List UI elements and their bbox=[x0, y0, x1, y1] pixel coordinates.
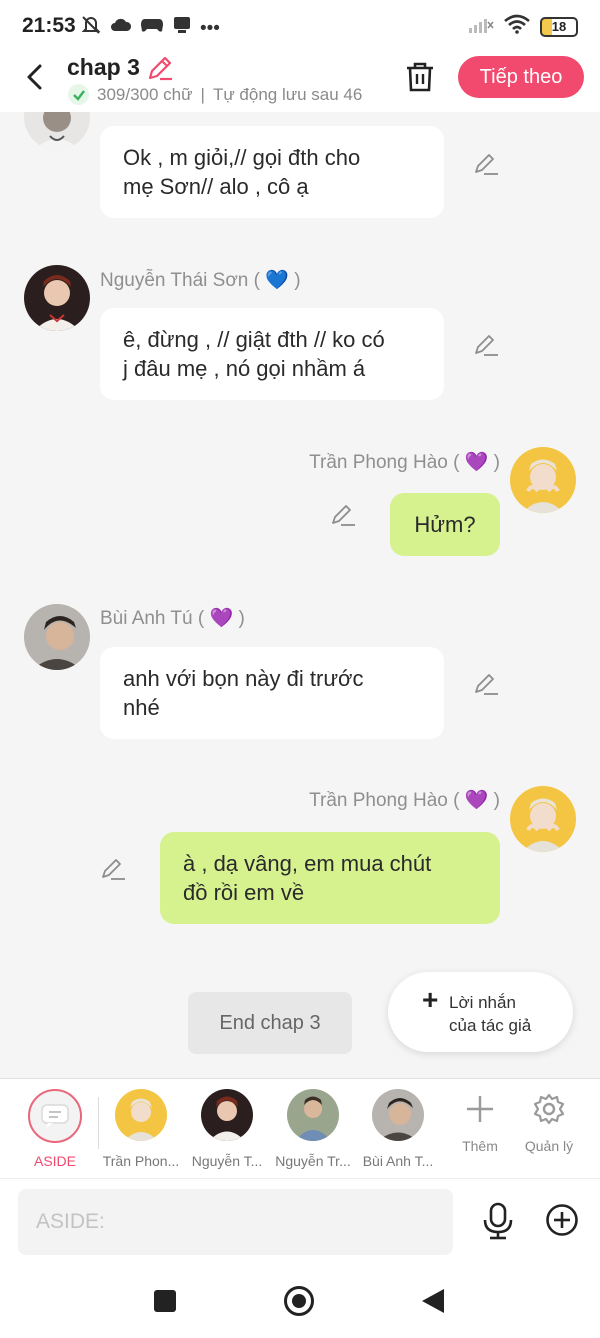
avatar[interactable] bbox=[24, 604, 90, 670]
pencil-icon bbox=[475, 154, 498, 175]
message-text: anh với bọn này đi trước bbox=[123, 666, 364, 691]
author-note-label: Lời nhắn bbox=[449, 993, 516, 1012]
avatar[interactable] bbox=[510, 786, 576, 852]
avatar bbox=[115, 1089, 167, 1141]
sender-name: Trần Phong Hào ( 💜 ) bbox=[309, 452, 500, 473]
heart-icon: 💜 bbox=[464, 790, 489, 811]
autosave-text: Tự động lưu sau 46 bbox=[212, 84, 363, 104]
author-note-label: của tác giả bbox=[449, 1016, 532, 1035]
check-icon bbox=[68, 84, 89, 105]
home-button[interactable] bbox=[284, 1286, 314, 1316]
message-text: nhé bbox=[123, 695, 160, 720]
character-item[interactable]: Trần Phon... bbox=[98, 1089, 184, 1169]
system-nav-bar bbox=[0, 1264, 600, 1338]
avatar bbox=[287, 1089, 339, 1141]
system-back-button[interactable] bbox=[422, 1289, 444, 1313]
sender-name: Nguyễn Thái Sơn ( 💙 ) bbox=[100, 270, 301, 291]
mute-bell-icon bbox=[80, 14, 102, 43]
mic-button[interactable] bbox=[481, 1201, 515, 1246]
plus-icon bbox=[467, 1096, 493, 1122]
notification-icon bbox=[172, 15, 192, 42]
message-text: mẹ Sơn// alo , cô ạ bbox=[123, 174, 309, 199]
message-bubble[interactable]: Hửm? bbox=[390, 493, 500, 556]
character-item[interactable]: Bùi Anh T... bbox=[355, 1089, 441, 1169]
message-bubble[interactable]: à , dạ vâng, em mua chút đồ rồi em về bbox=[160, 832, 500, 924]
heart-icon: 💜 bbox=[209, 608, 234, 629]
gear-icon bbox=[533, 1093, 565, 1125]
character-item[interactable]: Nguyễn T... bbox=[184, 1089, 270, 1169]
word-count: 309/300 chữ bbox=[97, 84, 193, 104]
edit-message-button[interactable] bbox=[473, 332, 499, 358]
message-text: Hửm? bbox=[414, 512, 476, 537]
message-input[interactable] bbox=[18, 1189, 453, 1255]
plus-icon: + bbox=[422, 984, 439, 1015]
chapter-title[interactable]: chap 3 bbox=[67, 54, 140, 81]
edit-title-button[interactable] bbox=[146, 54, 174, 87]
edit-message-button[interactable] bbox=[330, 502, 356, 528]
pencil-icon bbox=[148, 56, 172, 81]
message-text: à , dạ vâng, em mua chút bbox=[183, 851, 432, 876]
aside-icon bbox=[28, 1089, 82, 1143]
message-bubble[interactable]: anh với bọn này đi trước nhé bbox=[100, 647, 444, 739]
recents-button[interactable] bbox=[154, 1290, 176, 1312]
trash-icon bbox=[407, 62, 433, 92]
edit-message-button[interactable] bbox=[100, 856, 126, 882]
avatar[interactable] bbox=[510, 447, 576, 513]
avatar bbox=[201, 1089, 253, 1141]
battery-indicator: 18 bbox=[540, 16, 578, 37]
add-character-button[interactable]: Thêm bbox=[445, 1093, 515, 1154]
next-button[interactable]: Tiếp theo bbox=[458, 56, 584, 98]
signal-icon bbox=[468, 14, 494, 39]
plus-circle-icon bbox=[546, 1204, 578, 1236]
back-button[interactable] bbox=[20, 60, 50, 94]
microphone-icon bbox=[483, 1202, 513, 1240]
input-bar bbox=[0, 1178, 600, 1264]
heart-icon: 💙 bbox=[265, 270, 289, 291]
editor-header: chap 3 309/300 chữ | Tự động lưu sau 46 … bbox=[0, 52, 600, 112]
message-bubble[interactable]: Ok , m giỏi,// gọi đth cho mẹ Sơn// alo … bbox=[100, 126, 444, 218]
save-status: 309/300 chữ | Tự động lưu sau 46 bbox=[68, 84, 362, 105]
edit-message-button[interactable] bbox=[473, 151, 499, 177]
avatar[interactable] bbox=[24, 112, 90, 150]
character-aside[interactable]: ASIDE bbox=[12, 1089, 98, 1169]
pencil-icon bbox=[475, 674, 498, 695]
cloud-icon bbox=[110, 16, 132, 41]
character-item[interactable]: Nguyễn Tr... bbox=[270, 1089, 356, 1169]
chevron-left-icon bbox=[27, 64, 42, 90]
status-bar: 21:53 ••• 18 bbox=[0, 0, 600, 52]
sender-name: Bùi Anh Tú ( 💜 ) bbox=[100, 608, 245, 629]
message-bubble[interactable]: ê, đừng , // giật đth // ko có j đâu mẹ … bbox=[100, 308, 444, 400]
message-text: đồ rồi em về bbox=[183, 880, 305, 905]
more-dots-icon: ••• bbox=[200, 17, 220, 39]
heart-icon: 💜 bbox=[464, 452, 489, 473]
character-bar: ASIDE Trần Phon... Nguyễn T... Nguyễn Tr… bbox=[0, 1078, 600, 1178]
pencil-icon bbox=[475, 335, 498, 356]
sender-name: Trần Phong Hào ( 💜 ) bbox=[309, 790, 500, 811]
message-text: Ok , m giỏi,// gọi đth cho bbox=[123, 145, 361, 170]
manage-characters-button[interactable]: Quản lý bbox=[514, 1093, 584, 1154]
pencil-icon bbox=[332, 505, 355, 526]
avatar bbox=[372, 1089, 424, 1141]
pencil-icon bbox=[102, 859, 125, 880]
wifi-icon bbox=[504, 14, 530, 39]
add-media-button[interactable] bbox=[545, 1203, 579, 1242]
gamepad-icon bbox=[140, 16, 164, 41]
author-note-button[interactable]: + Lời nhắn của tác giả bbox=[388, 972, 573, 1052]
avatar[interactable] bbox=[24, 265, 90, 331]
chat-area[interactable]: Ok , m giỏi,// gọi đth cho mẹ Sơn// alo … bbox=[0, 112, 600, 1078]
clock: 21:53 bbox=[22, 14, 76, 37]
edit-message-button[interactable] bbox=[473, 671, 499, 697]
separator: | bbox=[200, 84, 205, 104]
message-text: ê, đừng , // giật đth // ko có bbox=[123, 327, 385, 352]
end-chapter-marker: End chap 3 bbox=[188, 992, 352, 1054]
delete-button[interactable] bbox=[404, 60, 436, 99]
message-text: j đâu mẹ , nó gọi nhầm á bbox=[123, 356, 366, 381]
